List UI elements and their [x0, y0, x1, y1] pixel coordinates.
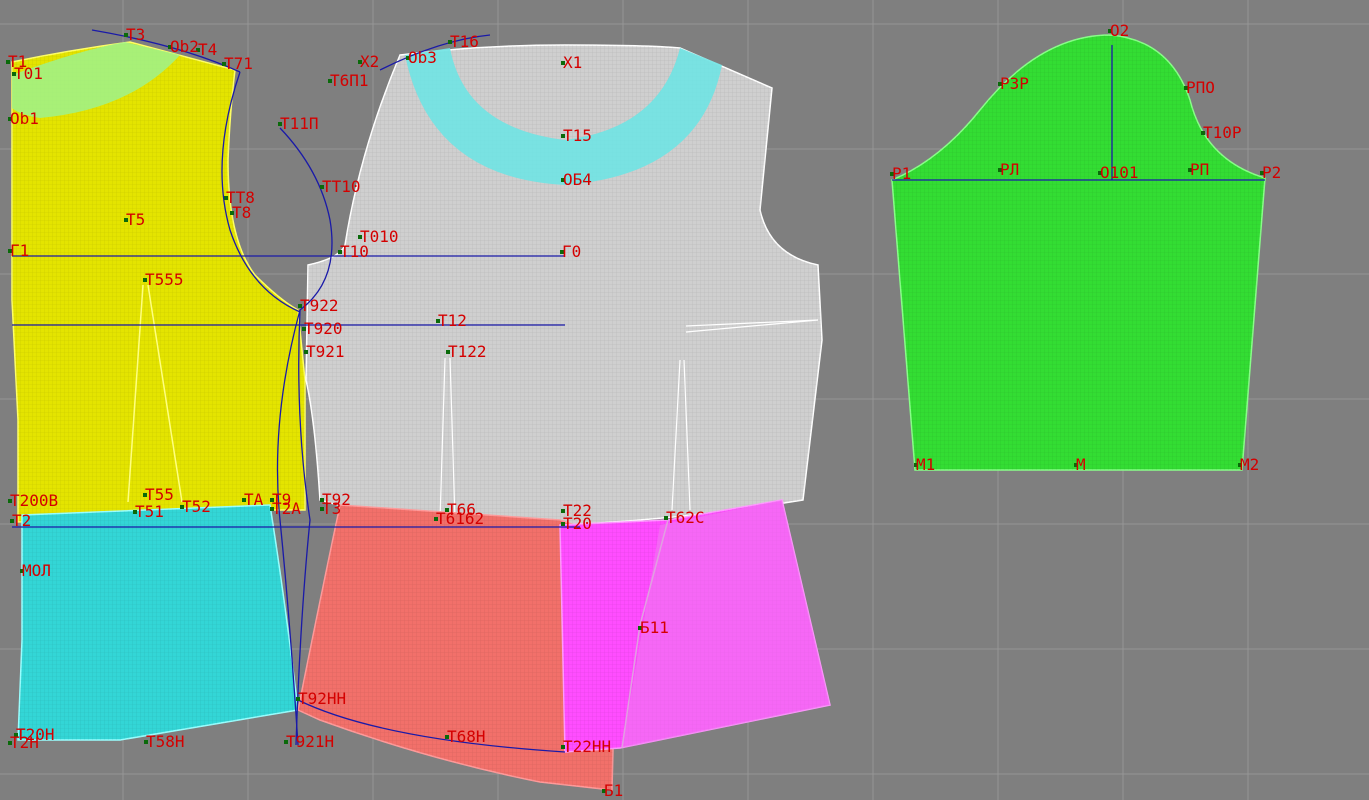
label-t10: T10 [340, 242, 369, 261]
label-m2: M2 [1240, 455, 1259, 474]
label-x1: X1 [563, 53, 582, 72]
label-m1: M1 [916, 455, 935, 474]
back-skirt-piece[interactable] [17, 504, 299, 741]
label-m: M [1076, 455, 1086, 474]
label-t200v: T200B [10, 491, 58, 510]
front-bodice-piece[interactable] [305, 44, 823, 526]
label-t555: T555 [145, 270, 184, 289]
label-t15: T15 [563, 126, 592, 145]
label-t62s: T62C [666, 508, 705, 527]
label-b1: Б1 [604, 781, 623, 800]
label-t3b: T3 [322, 499, 341, 518]
label-t68n: T68Н [447, 727, 486, 746]
label-t58n: T58Н [146, 732, 185, 751]
label-t920: T920 [304, 319, 343, 338]
label-t122: T122 [448, 342, 487, 361]
label-r2: P2 [1262, 163, 1281, 182]
label-g1: Г1 [10, 241, 29, 260]
label-t5: T5 [126, 210, 145, 229]
label-t01: T01 [14, 64, 43, 83]
pattern-canvas[interactable]: T1 T3 Ob2 T4 T71 T01 Ob1 T11П TT8 T8 T5 … [0, 0, 1369, 800]
label-t2: T2 [12, 511, 31, 530]
label-t3: T3 [126, 25, 145, 44]
label-t11p: T11П [280, 114, 319, 133]
label-t8: T8 [232, 203, 251, 222]
label-t20: T20 [563, 514, 592, 533]
label-tt10: TT10 [322, 177, 361, 196]
label-o101: O101 [1100, 163, 1139, 182]
label-t22nn: T22НН [563, 737, 611, 756]
label-rp: PП [1190, 160, 1209, 179]
label-rl: PЛ [1000, 160, 1019, 179]
label-t12: T12 [438, 311, 467, 330]
label-ta: TA [244, 490, 264, 509]
label-ob1: Ob1 [10, 109, 39, 128]
label-x2: X2 [360, 52, 379, 71]
label-ob3: Ob3 [408, 48, 437, 67]
label-t51: T51 [135, 502, 164, 521]
label-t921: T921 [306, 342, 345, 361]
label-ob2: Ob2 [170, 37, 199, 56]
label-t92nn: T92НН [298, 689, 346, 708]
label-mol: МОЛ [22, 561, 51, 580]
label-t6162: T6162 [436, 509, 484, 528]
label-t52: T52 [182, 497, 211, 516]
label-t921n: T921Н [286, 732, 334, 751]
label-t2n: T2Н [10, 733, 39, 752]
label-t71: T71 [224, 54, 253, 73]
label-t10r: T10P [1203, 123, 1242, 142]
label-rpo: PПО [1186, 78, 1215, 97]
label-r1: P1 [892, 164, 911, 183]
label-b11: Б11 [640, 618, 669, 637]
label-t922: T922 [300, 296, 339, 315]
label-t4: T4 [198, 40, 217, 59]
label-g0: Г0 [562, 242, 581, 261]
label-r3r: P3P [1000, 74, 1029, 93]
label-ob4: ОБ4 [563, 170, 592, 189]
label-t6p1: T6П1 [330, 71, 369, 90]
label-t2a: T2A [272, 499, 301, 518]
label-t16: T16 [450, 32, 479, 51]
label-o2: O2 [1110, 21, 1129, 40]
